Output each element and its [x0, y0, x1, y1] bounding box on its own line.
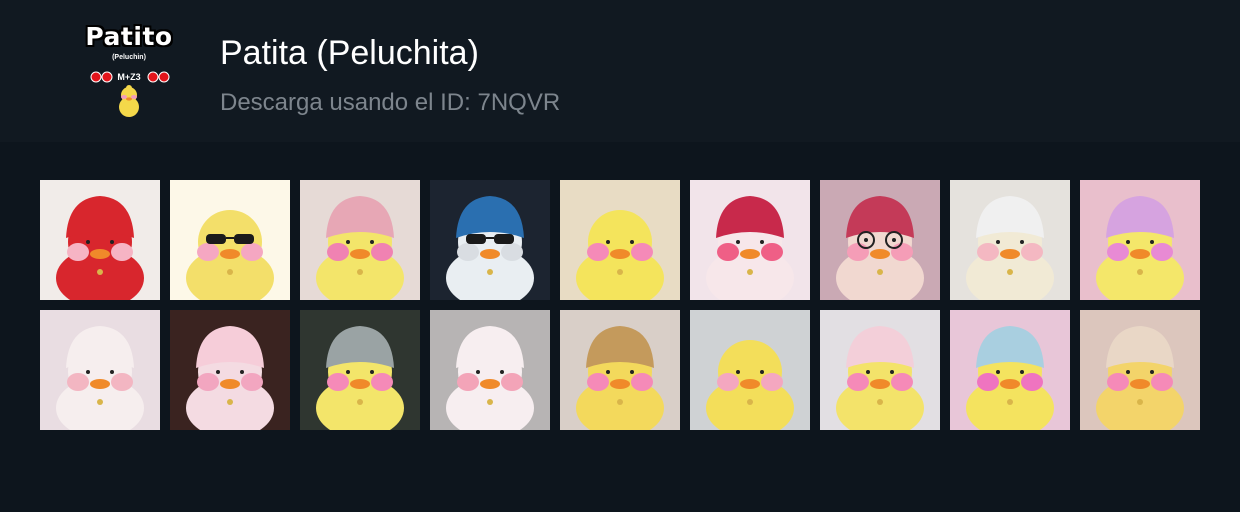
- logo-mark: M+Z3: [117, 72, 141, 82]
- sticker-item[interactable]: [300, 310, 420, 430]
- sticker-image: [430, 310, 550, 430]
- sticker-image: [950, 310, 1070, 430]
- sticker-image: [170, 180, 290, 300]
- pack-download-id: Descarga usando el ID: 7NQVR: [220, 89, 561, 116]
- sticker-image: [300, 310, 420, 430]
- sticker-item[interactable]: [300, 180, 420, 300]
- logo-subtext: (Peluchin): [112, 54, 146, 61]
- sticker-item[interactable]: [820, 310, 940, 430]
- sticker-item[interactable]: [170, 310, 290, 430]
- pack-logo: Patito (Peluchin) M+Z3: [80, 18, 178, 122]
- sticker-image: [1080, 180, 1200, 300]
- sticker-image: [820, 180, 940, 300]
- sticker-pack-header: Patito (Peluchin) M+Z3 Patita (Peluchita…: [0, 0, 1240, 142]
- sticker-image: [820, 310, 940, 430]
- sticker-item[interactable]: [40, 310, 160, 430]
- sticker-item[interactable]: [690, 310, 810, 430]
- sticker-item[interactable]: [690, 180, 810, 300]
- sticker-image: [40, 310, 160, 430]
- sticker-image: [560, 180, 680, 300]
- sticker-item[interactable]: [820, 180, 940, 300]
- sticker-item[interactable]: [1080, 180, 1200, 300]
- sticker-item[interactable]: [950, 310, 1070, 430]
- sticker-image: [430, 180, 550, 300]
- sticker-item[interactable]: [560, 310, 680, 430]
- logo-duck-icon: [119, 85, 139, 117]
- sticker-image: [300, 180, 420, 300]
- sticker-image: [690, 180, 810, 300]
- sticker-item[interactable]: [560, 180, 680, 300]
- sticker-image: [40, 180, 160, 300]
- sticker-item[interactable]: [1080, 310, 1200, 430]
- sticker-item[interactable]: [950, 180, 1070, 300]
- sticker-grid: [40, 180, 1200, 430]
- sticker-image: [690, 310, 810, 430]
- pack-title: Patita (Peluchita): [220, 34, 479, 72]
- logo-brand-text: Patito: [85, 22, 173, 51]
- sticker-item[interactable]: [430, 310, 550, 430]
- sticker-image: [950, 180, 1070, 300]
- sticker-image: [1080, 310, 1200, 430]
- sticker-item[interactable]: [40, 180, 160, 300]
- sticker-item[interactable]: [430, 180, 550, 300]
- sticker-image: [170, 310, 290, 430]
- sticker-image: [560, 310, 680, 430]
- sticker-item[interactable]: [170, 180, 290, 300]
